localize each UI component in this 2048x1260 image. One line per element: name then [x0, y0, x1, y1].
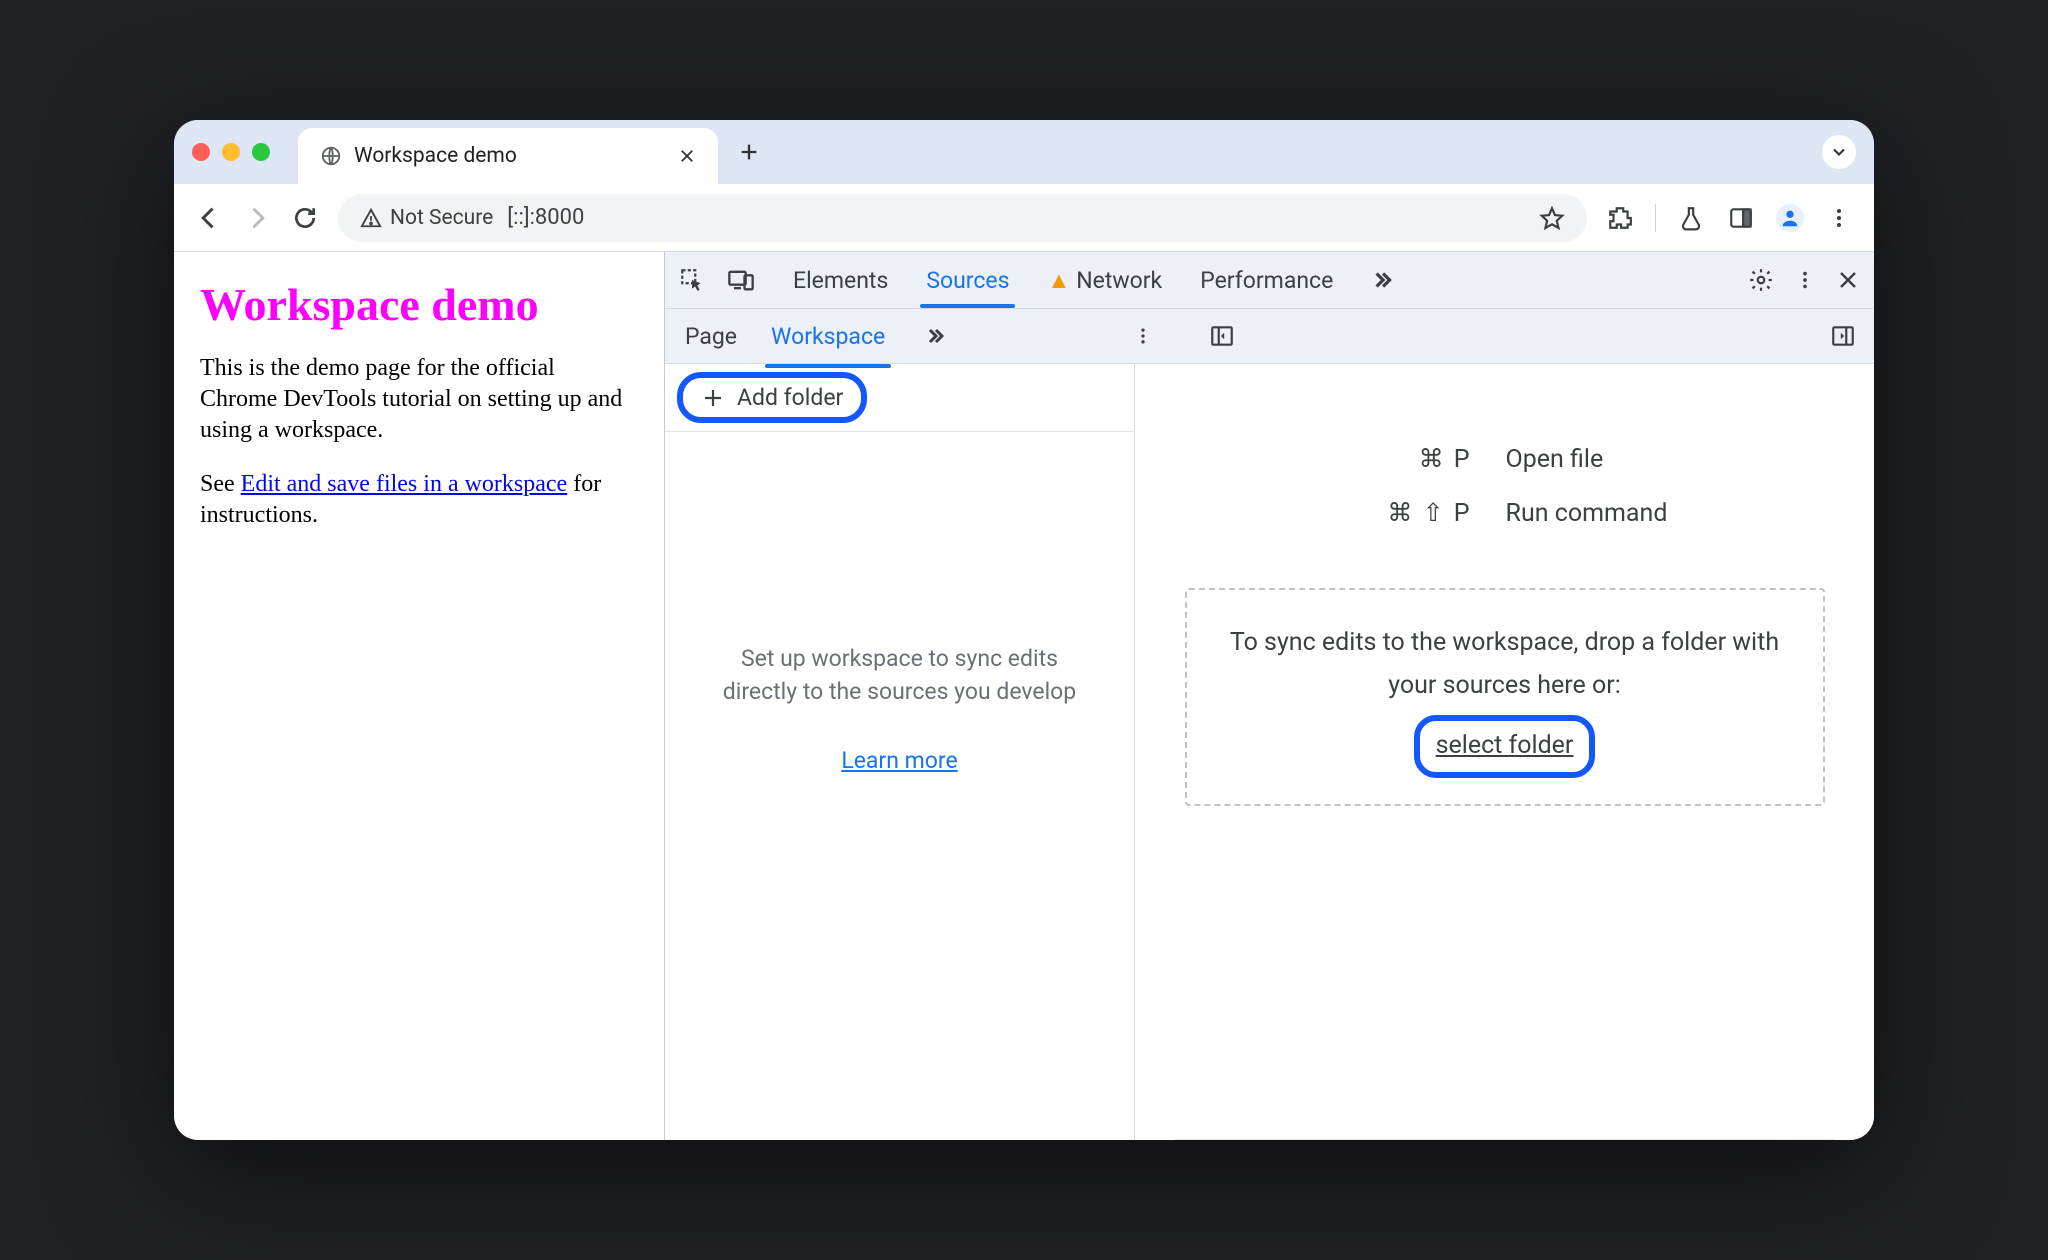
- workspace-dropzone[interactable]: To sync edits to the workspace, drop a f…: [1185, 588, 1825, 806]
- tab-network[interactable]: ▲Network: [1045, 255, 1164, 306]
- side-panel-icon[interactable]: [1726, 203, 1756, 233]
- security-chip[interactable]: Not Secure: [360, 206, 493, 230]
- separator: [1655, 204, 1656, 232]
- page-paragraph-2: See Edit and save files in a workspace f…: [200, 469, 638, 531]
- profile-avatar[interactable]: [1776, 204, 1804, 232]
- subtab-workspace[interactable]: Workspace: [769, 313, 887, 360]
- learn-more-row: Learn more: [665, 747, 1134, 774]
- back-button[interactable]: [194, 203, 224, 233]
- add-folder-button[interactable]: Add folder: [683, 378, 861, 417]
- devtools-panel: Elements Sources ▲Network Performance: [664, 252, 1874, 1140]
- window-controls: [192, 143, 270, 161]
- editor-bottom-divider: [1175, 1139, 1834, 1140]
- dropzone-text: To sync edits to the workspace, drop a f…: [1223, 622, 1787, 707]
- devtools-top-bar: Elements Sources ▲Network Performance: [665, 252, 1874, 308]
- workspace-navigator: Add folder Set up workspace to sync edit…: [665, 364, 1135, 1140]
- shortcut-open-keys: ⌘ P: [1342, 444, 1472, 474]
- page-heading: Workspace demo: [200, 278, 638, 331]
- show-navigator-icon[interactable]: [1209, 323, 1235, 349]
- subtabs-menu-icon[interactable]: [1133, 326, 1153, 346]
- tab-title: Workspace demo: [354, 144, 517, 168]
- editor-pane: ⌘ P Open file ⌘ ⇧ P Run command To sync …: [1135, 364, 1874, 1140]
- reload-button[interactable]: [290, 203, 320, 233]
- browser-window: Workspace demo Not Secure [::]:8000: [174, 120, 1874, 1140]
- close-tab-icon[interactable]: [678, 147, 696, 165]
- tab-sources[interactable]: Sources: [924, 255, 1011, 306]
- add-folder-row: Add folder: [665, 364, 1134, 432]
- shortcut-open-label: Open file: [1506, 445, 1604, 474]
- select-folder-button[interactable]: select folder: [1420, 721, 1590, 772]
- close-window-button[interactable]: [192, 143, 210, 161]
- close-devtools-icon[interactable]: [1836, 268, 1860, 292]
- labs-icon[interactable]: [1676, 203, 1706, 233]
- warning-icon: [360, 207, 382, 229]
- shortcut-run-command: ⌘ ⇧ P Run command: [1342, 498, 1668, 528]
- minimize-window-button[interactable]: [222, 143, 240, 161]
- browser-tab[interactable]: Workspace demo: [298, 128, 718, 184]
- devtools-tabs: Elements Sources ▲Network Performance: [791, 255, 1395, 306]
- new-tab-button[interactable]: [738, 141, 760, 163]
- address-bar[interactable]: Not Secure [::]:8000: [338, 194, 1587, 242]
- more-tabs-icon[interactable]: [1369, 267, 1395, 293]
- content-area: Workspace demo This is the demo page for…: [174, 252, 1874, 1140]
- security-label: Not Secure: [390, 206, 493, 230]
- browser-toolbar: Not Secure [::]:8000: [174, 184, 1874, 252]
- plus-icon: [701, 386, 725, 410]
- devtools-body: Add folder Set up workspace to sync edit…: [665, 364, 1874, 1140]
- inspect-element-icon[interactable]: [679, 267, 705, 293]
- globe-icon: [320, 145, 342, 167]
- forward-button[interactable]: [242, 203, 272, 233]
- warning-icon: ▲: [1047, 267, 1070, 294]
- maximize-window-button[interactable]: [252, 143, 270, 161]
- sources-subtabs: Page Workspace: [665, 308, 1874, 364]
- para2-prefix: See: [200, 471, 241, 497]
- subtab-page[interactable]: Page: [683, 313, 739, 360]
- settings-gear-icon[interactable]: [1748, 267, 1774, 293]
- tab-strip: Workspace demo: [174, 120, 1874, 184]
- shortcut-open-file: ⌘ P Open file: [1342, 444, 1668, 474]
- shortcut-run-keys: ⌘ ⇧ P: [1342, 498, 1472, 528]
- add-folder-label: Add folder: [737, 384, 843, 411]
- url-text: [::]:8000: [507, 205, 584, 230]
- bookmark-icon[interactable]: [1539, 205, 1565, 231]
- learn-more-link[interactable]: Learn more: [841, 747, 957, 774]
- workspace-hint: Set up workspace to sync edits directly …: [665, 642, 1134, 709]
- rendered-page: Workspace demo This is the demo page for…: [174, 252, 664, 1140]
- tab-network-label: Network: [1076, 267, 1162, 294]
- show-debugger-icon[interactable]: [1830, 323, 1856, 349]
- chrome-menu-icon[interactable]: [1824, 203, 1854, 233]
- shortcut-run-label: Run command: [1506, 499, 1668, 528]
- more-subtabs-icon[interactable]: [923, 324, 947, 348]
- select-folder-label: select folder: [1436, 731, 1574, 760]
- extensions-icon[interactable]: [1605, 203, 1635, 233]
- device-toolbar-icon[interactable]: [727, 266, 755, 294]
- devtools-menu-icon[interactable]: [1794, 269, 1816, 291]
- page-link-workspace-tutorial[interactable]: Edit and save files in a workspace: [241, 471, 568, 497]
- toolbar-right: [1605, 203, 1854, 233]
- tabs-dropdown-button[interactable]: [1822, 135, 1856, 169]
- tab-performance[interactable]: Performance: [1198, 255, 1335, 306]
- tab-elements[interactable]: Elements: [791, 255, 890, 306]
- shortcuts-list: ⌘ P Open file ⌘ ⇧ P Run command: [1342, 444, 1668, 528]
- page-paragraph-1: This is the demo page for the official C…: [200, 353, 638, 447]
